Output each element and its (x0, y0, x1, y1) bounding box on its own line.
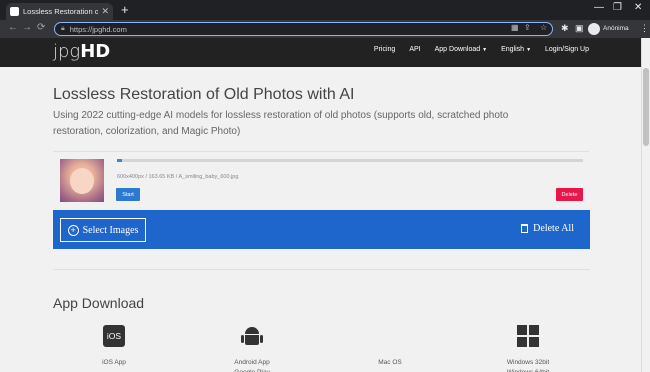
download-windows[interactable]: Windows 32bit Windows 64bit (488, 325, 568, 372)
download-windows-label: Windows 32bit Windows 64bit (506, 359, 550, 372)
nav-app-download[interactable]: App Download ▼ (435, 46, 487, 53)
tab-title: Lossless Restoration of Old Photo (23, 7, 99, 16)
page-scrollbar[interactable] (641, 38, 650, 372)
bookmark-star-icon[interactable]: ☆ (540, 23, 547, 32)
profile-name[interactable]: Anónima (603, 25, 629, 32)
nav-login-signup[interactable]: Login/Sign Up (545, 46, 589, 53)
download-android[interactable]: Android App Google Play (212, 325, 292, 372)
upload-action-bar: + Select Images Delete All (53, 210, 590, 249)
browser-menu-icon[interactable]: ⋮ (640, 23, 649, 34)
site-navbar: jpg HD Pricing API App Download ▼ English… (0, 38, 641, 67)
download-ios[interactable]: iOS iOS App (74, 325, 154, 368)
ios-icon: iOS (102, 325, 126, 349)
page-title: Lossless Restoration of Old Photos with … (53, 86, 355, 103)
forward-button[interactable]: → (22, 22, 32, 33)
delete-all-label: Delete All (533, 223, 574, 234)
share-icon[interactable]: ⇪ (524, 23, 531, 32)
delete-all-button[interactable]: Delete All (521, 223, 574, 234)
address-bar[interactable]: 🔒︎ https://jpghd.com ▦ ⇪ ☆ (54, 22, 553, 36)
nav-pricing[interactable]: Pricing (374, 46, 395, 53)
baby-face-shape (70, 168, 94, 194)
upload-file-card: 600x400px / 163.65 KB / A_smiling_baby_6… (53, 151, 589, 209)
chevron-down-icon: ▼ (482, 47, 488, 53)
logo-text-jpg: jpg (53, 41, 81, 62)
nav-app-download-label: App Download (434, 46, 481, 53)
lock-icon: 🔒︎ (61, 25, 65, 32)
qr-code-icon[interactable]: ▦ (511, 23, 519, 32)
browser-tab[interactable]: Lossless Restoration of Old Photo ✕ (6, 3, 113, 20)
nav-language-label: English (501, 46, 525, 53)
scrollbar-thumb[interactable] (643, 68, 649, 146)
section-divider (53, 269, 590, 270)
android-icon (240, 325, 264, 349)
site-logo[interactable]: jpg HD (53, 41, 110, 62)
delete-button[interactable]: Delete (556, 188, 583, 201)
download-ios-label: iOS App (102, 359, 126, 366)
window-maximize-button[interactable]: ❐ (613, 2, 622, 13)
trash-icon (521, 224, 529, 233)
sidebar-icon[interactable]: ▣ (575, 23, 584, 34)
plus-circle-icon: + (67, 224, 79, 236)
file-meta: 600x400px / 163.65 KB / A_smiling_baby_6… (117, 174, 239, 180)
photo-thumbnail (60, 159, 104, 202)
page-subtitle: Using 2022 cutting-edge AI models for lo… (53, 110, 509, 137)
select-images-button[interactable]: + Select Images (60, 218, 146, 242)
select-images-label: Select Images (82, 224, 139, 236)
download-android-label: Android App Google Play (234, 359, 270, 372)
new-tab-button[interactable]: + (121, 3, 129, 17)
extensions-icon[interactable]: ✱ (561, 23, 569, 34)
reload-button[interactable]: ⟳ (37, 22, 45, 33)
nav-language[interactable]: English ▼ (501, 46, 531, 53)
download-macos[interactable]: Mac OS (350, 325, 430, 368)
download-macos-label: Mac OS (378, 359, 402, 366)
upload-progress-bar (117, 159, 583, 162)
windows-icon (516, 325, 540, 349)
tab-favicon-icon (10, 7, 19, 16)
logo-text-hd: HD (80, 41, 111, 62)
browser-toolbar: ← → ⟳ 🔒︎ https://jpghd.com ▦ ⇪ ☆ ✱ ▣ Anó… (0, 20, 650, 38)
browser-tab-strip: Lossless Restoration of Old Photo ✕ + — … (0, 0, 650, 20)
page-viewport: jpg HD Pricing API App Download ▼ English… (0, 38, 641, 372)
app-download-title: App Download (53, 295, 145, 311)
nav-links: Pricing API App Download ▼ English ▼ Login… (374, 46, 589, 53)
back-button[interactable]: ← (8, 22, 18, 33)
progress-fill (117, 159, 122, 162)
url-text[interactable]: https://jpghd.com (70, 25, 127, 34)
nav-api[interactable]: API (409, 46, 420, 53)
apple-icon (378, 325, 402, 349)
window-close-button[interactable]: ✕ (634, 2, 642, 13)
start-button[interactable]: Start (116, 188, 140, 201)
chevron-down-icon: ▼ (526, 47, 532, 53)
window-minimize-button[interactable]: — (594, 2, 604, 13)
tab-close-icon[interactable]: ✕ (101, 6, 109, 17)
profile-avatar[interactable] (588, 23, 600, 35)
